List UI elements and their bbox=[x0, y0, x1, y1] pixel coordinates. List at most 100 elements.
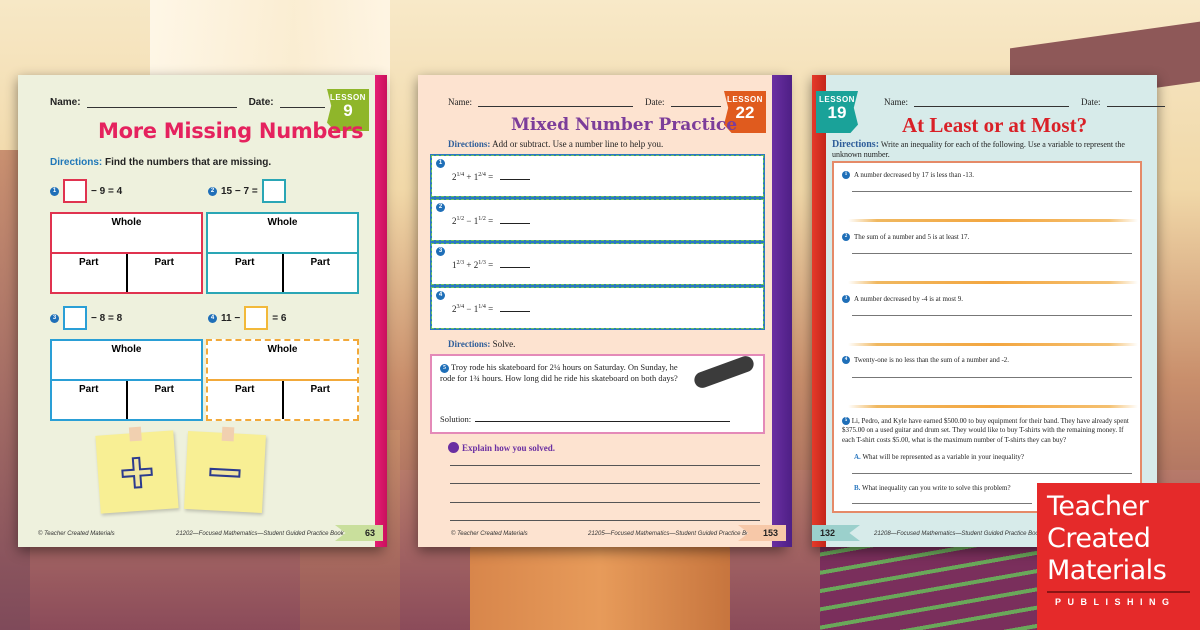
problem-number: 5 bbox=[842, 417, 850, 426]
answer-blank[interactable] bbox=[499, 311, 530, 312]
explain-heading: Explain how you solved. bbox=[448, 442, 555, 453]
part-whole-box: Whole Part Part bbox=[50, 212, 203, 294]
divider-brush bbox=[848, 405, 1138, 408]
page-number: 132 bbox=[812, 525, 860, 541]
problem-number: 3 bbox=[436, 247, 445, 256]
background-chair bbox=[470, 540, 730, 630]
worksheet-title: More Missing Numbers bbox=[98, 119, 364, 143]
worksheet-lesson-9: Name: Date: LESSON 9 More Missing Number… bbox=[18, 75, 387, 547]
lesson-number: 9 bbox=[343, 101, 353, 120]
directions: Directions: Add or subtract. Use a numbe… bbox=[448, 139, 663, 149]
part-cell: Part bbox=[79, 257, 99, 268]
worksheet-lesson-19: LESSON 19 Name: Date: At Least or at Mos… bbox=[812, 75, 1165, 547]
problem-number: 4 bbox=[208, 313, 217, 323]
operator: + bbox=[466, 260, 472, 270]
operator: − bbox=[466, 304, 472, 314]
problem-4: 4 23/4 − 11/4 = bbox=[430, 286, 765, 330]
directions-solve: Directions: Solve. bbox=[448, 339, 515, 349]
answer-blank[interactable] bbox=[499, 223, 530, 224]
problem-1: 1 A number decreased by 17 is less than … bbox=[842, 171, 974, 179]
writing-line[interactable] bbox=[450, 465, 760, 466]
name-label: Name: bbox=[884, 97, 908, 107]
worksheet-title: Mixed Number Practice bbox=[511, 115, 738, 135]
problem-number: 4 bbox=[436, 291, 445, 300]
fraction: 3/4 bbox=[456, 304, 465, 310]
answer-line[interactable] bbox=[852, 191, 1132, 192]
date-line bbox=[1106, 97, 1165, 107]
answer-box[interactable] bbox=[63, 306, 87, 330]
problem-number: 1 bbox=[436, 159, 445, 168]
fraction: 1/3 bbox=[478, 260, 486, 266]
name-line bbox=[914, 97, 1069, 107]
writing-line[interactable] bbox=[450, 483, 760, 484]
problem-4: 4 Twenty-one is no less than the sum of … bbox=[842, 356, 1009, 364]
name-line bbox=[86, 98, 237, 108]
word-problem-text: Troy rode his skateboard for 2¼ hours on… bbox=[440, 362, 678, 384]
answer-line[interactable] bbox=[852, 503, 1032, 504]
page-spine bbox=[772, 75, 792, 547]
directions: Directions: Find the numbers that are mi… bbox=[50, 157, 271, 168]
problem-number: 2 bbox=[436, 203, 445, 212]
answer-box[interactable] bbox=[261, 179, 286, 203]
date-label: Date: bbox=[645, 97, 665, 107]
divider-brush bbox=[848, 219, 1138, 222]
directions: Directions: Write an inequality for each… bbox=[832, 139, 1142, 159]
problem-3: 3 − 8 = 8 bbox=[50, 306, 122, 330]
part-cell: Part bbox=[125, 254, 202, 292]
problem-number: 3 bbox=[50, 313, 59, 323]
problems-box: 1 A number decreased by 17 is less than … bbox=[832, 161, 1142, 513]
part-cell: Part bbox=[79, 384, 99, 395]
writing-line[interactable] bbox=[450, 502, 760, 503]
answer-blank[interactable] bbox=[499, 267, 530, 268]
answer-line[interactable] bbox=[852, 473, 1132, 474]
footer-copyright: © Teacher Created Materials bbox=[38, 531, 115, 537]
directions-text: Add or subtract. Use a number line to he… bbox=[492, 139, 664, 149]
answer-line[interactable] bbox=[852, 377, 1132, 378]
fraction: 1/2 bbox=[456, 216, 465, 222]
date-label: Date: bbox=[248, 97, 274, 108]
equation-text: − 8 = 8 bbox=[91, 312, 123, 324]
expression: 12/3 + 21/3 = bbox=[452, 260, 530, 270]
subquestion-label: A. bbox=[854, 453, 861, 461]
writing-line[interactable] bbox=[450, 520, 760, 521]
whole-cell: Whole bbox=[208, 341, 357, 381]
part-whole-box: Whole Part Part bbox=[206, 212, 359, 294]
fraction: 1/2 bbox=[478, 216, 486, 222]
divider-brush bbox=[848, 281, 1138, 284]
directions-text: Find the numbers that are missing. bbox=[105, 157, 272, 168]
problem-4: 4 11 − = 6 bbox=[208, 306, 286, 330]
whole-cell: Whole bbox=[208, 214, 357, 254]
problem-2: 2 15 − 7 = bbox=[208, 179, 286, 203]
answer-box[interactable] bbox=[63, 179, 87, 203]
problem-number: 5 bbox=[440, 363, 449, 373]
teacher-created-materials-logo: Teacher Created Materials PUBLISHING bbox=[1037, 483, 1200, 630]
problem-number: 4 bbox=[842, 356, 850, 364]
date-line bbox=[670, 97, 721, 107]
solution-row: Solution: bbox=[440, 414, 731, 424]
fraction: 1/4 bbox=[456, 172, 465, 178]
logo-line-1: Teacher bbox=[1047, 491, 1149, 522]
worksheet-lesson-22: Name: Date: LESSON 22 Mixed Number Pract… bbox=[418, 75, 792, 547]
page-spine bbox=[375, 75, 387, 547]
problem-number: 3 bbox=[842, 295, 850, 303]
answer-blank[interactable] bbox=[499, 179, 530, 180]
directions-label: Directions: bbox=[448, 139, 491, 149]
problem-3: 3 A number decreased by -4 is at most 9. bbox=[842, 295, 963, 303]
problem-2: 2 The sum of a number and 5 is at least … bbox=[842, 233, 969, 241]
answer-line[interactable] bbox=[852, 253, 1132, 254]
lesson-badge: LESSON 19 bbox=[816, 91, 858, 133]
footer-book-title: 21202—Focused Mathematics—Student Guided… bbox=[176, 531, 344, 537]
answer-box[interactable] bbox=[244, 306, 269, 330]
solution-blank[interactable] bbox=[475, 421, 731, 422]
date-line bbox=[279, 98, 325, 108]
problem-5: 5 Li, Pedro, and Kyle have earned $500.0… bbox=[842, 417, 1137, 445]
footer-book-title: 21205—Focused Mathematics—Student Guided… bbox=[588, 531, 756, 537]
date-label: Date: bbox=[1081, 97, 1101, 107]
equation-text: − 9 = 4 bbox=[91, 185, 123, 197]
directions-label: Directions: bbox=[832, 139, 880, 150]
problem-1: 1 − 9 = 4 bbox=[50, 179, 122, 203]
solution-label: Solution: bbox=[440, 414, 472, 424]
explain-label: Explain how you solved. bbox=[462, 442, 556, 453]
problem-3: 3 12/3 + 21/3 = bbox=[430, 242, 765, 286]
answer-line[interactable] bbox=[852, 315, 1132, 316]
